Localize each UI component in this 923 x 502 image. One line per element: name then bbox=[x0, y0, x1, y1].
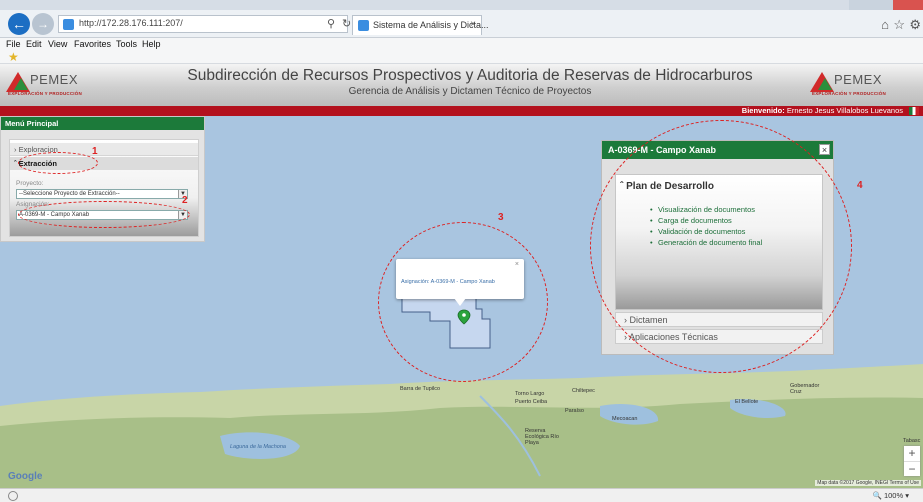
page-title: Subdirección de Recursos Prospectivos y … bbox=[187, 67, 753, 84]
window-titlebar bbox=[0, 0, 923, 10]
favorites-bar: ★ bbox=[0, 50, 923, 64]
home-icon[interactable]: ⌂ bbox=[881, 17, 889, 32]
gear-icon[interactable]: ⚙ bbox=[909, 17, 921, 33]
place-label: Tabasc bbox=[903, 438, 921, 444]
site-favicon-icon bbox=[63, 19, 74, 30]
proyecto-select[interactable]: --Seleccione Proyecto de Extracción-- ▼ bbox=[16, 189, 188, 199]
place-label: El Bellote bbox=[735, 399, 759, 405]
pemex-sub: EXPLORACIÓN Y PRODUCCIÓN bbox=[812, 91, 886, 96]
pemex-logo-left: PEMEX EXPLORACIÓN Y PRODUCCIÓN bbox=[6, 70, 116, 100]
zoom-out-button[interactable]: − bbox=[904, 461, 920, 476]
place-label: Gobernador Cruz bbox=[790, 383, 820, 395]
pemex-eagle-inner-icon bbox=[818, 78, 832, 90]
place-label: Laguna de la Machona bbox=[230, 444, 286, 450]
pemex-sub: EXPLORACIÓN Y PRODUCCIÓN bbox=[8, 91, 82, 96]
address-bar[interactable]: http://172.28.176.111:207/ ⚲ ↻ bbox=[58, 15, 351, 33]
callout-ring-2 bbox=[18, 201, 190, 228]
zoom-level[interactable]: 🔍 100% ▾ bbox=[873, 491, 909, 500]
menu-tools[interactable]: Tools bbox=[116, 39, 137, 49]
app-header: PEMEX EXPLORACIÓN Y PRODUCCIÓN Subdirecc… bbox=[0, 64, 923, 106]
browser-navbar: ← → http://172.28.176.111:207/ ⚲ ↻ Siste… bbox=[0, 10, 923, 38]
menu-file[interactable]: File bbox=[6, 39, 21, 49]
welcome-label: Bienvenido: bbox=[741, 106, 785, 115]
place-label: Puerto Ceiba bbox=[515, 399, 548, 405]
close-window-button[interactable] bbox=[893, 0, 923, 10]
menu-edit[interactable]: Edit bbox=[26, 39, 42, 49]
callout-number-3: 3 bbox=[498, 212, 504, 223]
add-favorite-star-icon[interactable]: ★ bbox=[8, 50, 19, 64]
menu-favorites[interactable]: Favorites bbox=[74, 39, 111, 49]
callout-ring-4 bbox=[590, 120, 852, 373]
pemex-name: PEMEX bbox=[834, 72, 883, 87]
back-arrow-icon[interactable]: ← bbox=[8, 13, 30, 35]
refresh-icon[interactable]: ↻ bbox=[342, 17, 351, 30]
welcome-text: Bienvenido: Ernesto Jesus Villalobos Lue… bbox=[742, 106, 903, 116]
menu-help[interactable]: Help bbox=[142, 39, 161, 49]
place-label: Paraíso bbox=[565, 408, 584, 414]
url-text: http://172.28.176.111:207/ bbox=[79, 18, 183, 28]
place-label: Barra de Tupilco bbox=[400, 386, 441, 392]
pemex-logo-right: PEMEX EXPLORACIÓN Y PRODUCCIÓN bbox=[810, 70, 920, 100]
page-subtitle: Gerencia de Análisis y Dictamen Técnico … bbox=[348, 86, 592, 97]
minimize-button[interactable] bbox=[849, 0, 871, 10]
callout-ring-3 bbox=[378, 222, 548, 382]
menu-view[interactable]: View bbox=[48, 39, 67, 49]
star-icon[interactable]: ☆ bbox=[893, 17, 905, 33]
browser-menubar: File Edit View Favorites Tools Help bbox=[0, 38, 923, 52]
browser-statusbar: 🔍 100% ▾ bbox=[0, 488, 923, 502]
zoom-control: + − bbox=[904, 446, 920, 476]
callout-number-1: 1 bbox=[92, 146, 98, 157]
proyecto-select-value: --Seleccione Proyecto de Extracción-- bbox=[19, 191, 120, 197]
proyecto-label: Proyecto: bbox=[16, 180, 44, 187]
browser-tab[interactable]: Sistema de Análisis y Dicta... × bbox=[352, 15, 489, 35]
place-label: Chiltepec bbox=[572, 388, 595, 394]
status-circle-icon bbox=[8, 491, 18, 501]
zoom-level-value: 100% bbox=[883, 491, 904, 500]
maximize-button[interactable] bbox=[871, 0, 893, 10]
forward-arrow-icon[interactable]: → bbox=[32, 13, 54, 35]
user-bar: Bienvenido: Ernesto Jesus Villalobos Lue… bbox=[0, 106, 923, 116]
callout-number-2: 2 bbox=[182, 195, 188, 206]
zoom-in-button[interactable]: + bbox=[904, 446, 920, 461]
main-menu-title: Menú Principal bbox=[1, 117, 204, 130]
mexico-flag-icon[interactable] bbox=[909, 107, 919, 115]
pemex-eagle-inner-icon bbox=[14, 78, 28, 90]
google-logo: Google bbox=[8, 471, 43, 482]
user-name: Ernesto Jesus Villalobos Luevanos bbox=[786, 106, 903, 115]
place-label: Torno Largo bbox=[515, 391, 545, 397]
tab-close-icon[interactable]: × bbox=[470, 19, 476, 30]
callout-number-4: 4 bbox=[857, 180, 863, 191]
panel-close-icon[interactable]: × bbox=[819, 144, 830, 155]
callout-ring-1 bbox=[18, 152, 98, 174]
place-label: Mecoacan bbox=[612, 416, 638, 422]
search-icon[interactable]: ⚲ bbox=[327, 17, 335, 30]
tab-favicon-icon bbox=[358, 20, 369, 31]
place-label: Reserva Ecológica Río Playa bbox=[525, 428, 559, 446]
chevron-down-icon: ˆ bbox=[14, 159, 17, 168]
map-attribution[interactable]: Map data ©2017 Google, INEGI Terms of Us… bbox=[815, 480, 921, 486]
pemex-name: PEMEX bbox=[30, 72, 79, 87]
